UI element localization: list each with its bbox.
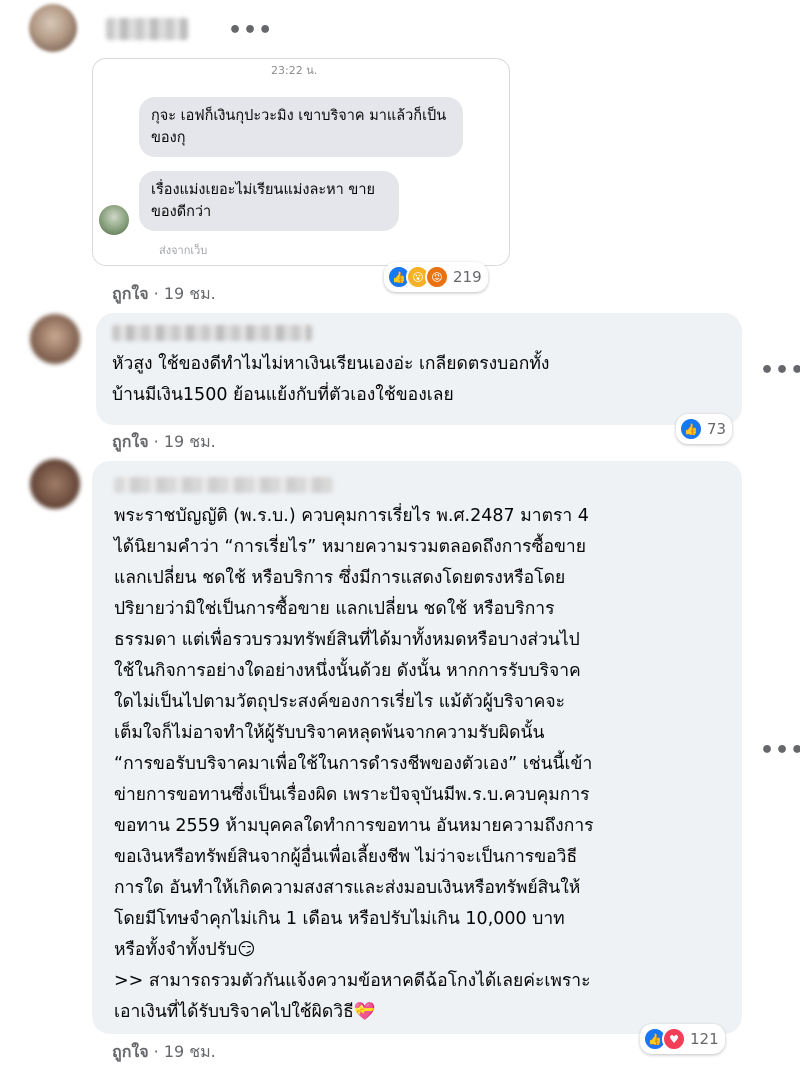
comment-time[interactable]: 19 ชม. xyxy=(164,284,216,303)
like-icon: 👍 xyxy=(679,417,703,441)
reaction-count: 121 xyxy=(690,1030,719,1048)
commenter-avatar[interactable] xyxy=(30,314,80,364)
chat-message-text: เรื่องแม่งเยอะไม่เรียนแม่งละหา ขายของดีก… xyxy=(151,182,375,220)
chat-screenshot-image: 23:22 น. กุจะ เอฟก็เงินกุปะวะมิง เขาบริจ… xyxy=(92,58,510,266)
more-options-icon[interactable]: ••• xyxy=(228,20,273,42)
comment-bubble: พระราชบัญญัติ (พ.ร.บ.) ควบคุมการเรี่ยไร … xyxy=(92,461,742,1034)
commenter-avatar[interactable] xyxy=(30,459,80,509)
chat-sender-avatar xyxy=(99,205,129,235)
comment-text: หัวสูง ใช้ของดีทำไมไม่หาเงินเรียนเองอ่ะ … xyxy=(112,349,732,411)
comment-time[interactable]: 19 ชม. xyxy=(164,432,216,451)
more-options-icon[interactable]: ••• xyxy=(760,360,800,382)
comment-line: เต็มใจก็ไม่อาจทำให้ผู้รับบริจาคหลุดพ้นจา… xyxy=(114,723,545,743)
comment-line: โดยมีโทษจำคุกไม่เกิน 1 เดือน หรือปรับไม่… xyxy=(114,909,565,929)
comment-bubble: หัวสูง ใช้ของดีทำไมไม่หาเงินเรียนเองอ่ะ … xyxy=(96,313,742,425)
separator: · xyxy=(153,432,164,451)
comment-actions: ถูกใจ · 19 ชม. xyxy=(112,1040,216,1065)
comment-line: หัวสูง ใช้ของดีทำไมไม่หาเงินเรียนเองอ่ะ … xyxy=(112,354,550,374)
commenter-avatar[interactable] xyxy=(29,4,77,52)
chat-message-text: กุจะ เอฟก็เงินกุปะวะมิง เขาบริจาค มาแล้ว… xyxy=(151,108,447,146)
like-link[interactable]: ถูกใจ xyxy=(112,1042,149,1061)
separator: · xyxy=(153,1042,164,1061)
comment-actions: ถูกใจ · 19 ชม. xyxy=(112,282,216,307)
comment-line: ได้นิยามคำว่า “การเรี่ยไร” หมายความรวมตล… xyxy=(114,537,587,557)
reaction-count: 73 xyxy=(707,420,727,438)
chat-time: 23:22 น. xyxy=(271,64,318,77)
reaction-summary[interactable]: 👍 ♥ 121 xyxy=(640,1024,725,1054)
separator: · xyxy=(153,284,164,303)
angry-icon: 😡 xyxy=(425,265,449,289)
comment-line: ปริยายว่ามิใช่เป็นการซื้อขาย แลกเปลี่ยน … xyxy=(114,599,555,619)
comment-time[interactable]: 19 ชม. xyxy=(164,1042,216,1061)
care-icon: ♥ xyxy=(662,1027,686,1051)
like-link[interactable]: ถูกใจ xyxy=(112,284,149,303)
reaction-summary[interactable]: 👍 73 xyxy=(676,414,733,444)
comment-line: เอาเงินที่ได้รับบริจาคไปใช้ผิดวิธี💝 xyxy=(114,1002,376,1022)
comment-line: หรือทั้งจำทั้งปรับ😏 xyxy=(114,940,256,960)
more-options-icon[interactable]: ••• xyxy=(760,740,800,762)
chat-sent-from: ส่งจากเว็บ xyxy=(159,244,208,257)
comment-line: ข่ายการขอทานซึ่งเป็นเรื่องผิด เพราะปัจจุ… xyxy=(114,785,590,805)
commenter-name-blurred[interactable] xyxy=(106,18,188,40)
reaction-summary[interactable]: 👍 😮 😡 219 xyxy=(384,262,488,292)
comment-line: พระราชบัญญัติ (พ.ร.บ.) ควบคุมการเรี่ยไร … xyxy=(114,506,589,526)
comment-line: บ้านมีเงิน1500 ย้อนแย้งกับที่ตัวเองใช้ขอ… xyxy=(112,385,454,405)
comment-line: ขอเงินหรือทรัพย์สินจากผู้อื่นเพื่อเลี้ยง… xyxy=(114,847,578,867)
comment-line: ธรรมดา แต่เพื่อรวบรวมทรัพย์สินที่ได้มาทั… xyxy=(114,630,580,650)
chat-message-bubble: เรื่องแม่งเยอะไม่เรียนแม่งละหา ขายของดีก… xyxy=(139,171,399,231)
comment-line: ใดไม่เป็นไปตามวัตถุประสงค์ของการเรี่ยไร … xyxy=(114,692,566,712)
comment-actions: ถูกใจ · 19 ชม. xyxy=(112,430,216,455)
comment-line: >> สามารถรวมตัวกันแจ้งความข้อหาคดีฉ้อโกง… xyxy=(114,971,591,991)
comment-line: การใด อันทำให้เกิดความสงสารและส่งมอบเงิน… xyxy=(114,878,581,898)
chat-message-bubble: กุจะ เอฟก็เงินกุปะวะมิง เขาบริจาค มาแล้ว… xyxy=(139,97,463,157)
commenter-name-blurred[interactable] xyxy=(114,477,334,493)
comment-line: แลกเปลี่ยน ชดใช้ หรือบริการ ซึ่งมีการแสด… xyxy=(114,568,566,588)
comment-text: พระราชบัญญัติ (พ.ร.บ.) ควบคุมการเรี่ยไร … xyxy=(114,501,734,1028)
comment-line: ขอทาน 2559 ห้ามบุคคลใดทำการขอทาน อันหมาย… xyxy=(114,816,594,836)
commenter-name-blurred[interactable] xyxy=(112,325,312,341)
like-link[interactable]: ถูกใจ xyxy=(112,432,149,451)
comment-line: ใช้ในกิจการอย่างใดอย่างหนึ่งนั้นด้วย ดัง… xyxy=(114,661,581,681)
comment-line: “การขอรับบริจาคมาเพื่อใช้ในการดำรงชีพของ… xyxy=(114,754,593,774)
reaction-count: 219 xyxy=(453,268,482,286)
